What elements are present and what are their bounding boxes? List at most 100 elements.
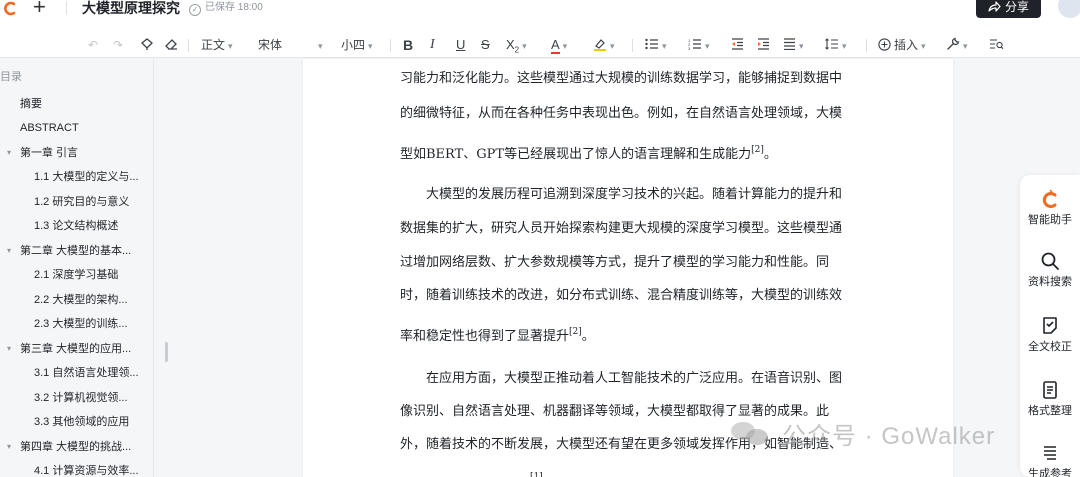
paragraph-line: 型如BERT、GPT等已经展现出了惊人的语言理解和生成能力[2]。 — [400, 141, 777, 164]
paragraph-line-text: 型如BERT、GPT等已经展现出了惊人的语言理解和生成能力 — [400, 147, 752, 162]
chevron-down-icon: ▾ — [921, 41, 926, 51]
highlight-icon[interactable]: ▾ — [593, 35, 615, 55]
toc-header: 目录 — [0, 71, 22, 83]
citation-link[interactable]: [2] — [751, 145, 764, 155]
paragraph-line: 的细微特征，从而在各种任务中表现出色。例如，在自然语言处理领域，大模 — [400, 106, 843, 121]
toc-chapter[interactable]: 第三章 大模型的应用... — [20, 342, 150, 356]
paragraph-line: 时，随着训练技术的改进，如分布式训练、混合精度训练等，大模型的训练效 — [400, 288, 843, 303]
collapse-arrow-icon[interactable]: ▾ — [7, 440, 11, 454]
align-icon[interactable]: ▾ — [783, 35, 804, 55]
assistant-label: 智能助手 — [1028, 214, 1072, 226]
toc-item[interactable]: ABSTRACT — [20, 121, 150, 135]
proofread-icon — [1043, 317, 1057, 334]
chevron-down-icon: ▾ — [318, 41, 323, 51]
toc-item[interactable]: 2.2 大模型的架构... — [34, 293, 144, 307]
citation-link[interactable]: [1] — [530, 468, 543, 477]
numbered-list-icon[interactable]: 1 2 3 ▾ — [688, 35, 710, 55]
toc-item[interactable]: 2.3 大模型的训练... — [34, 317, 144, 331]
font-family-select[interactable]: 宋体 ▾ — [258, 35, 323, 55]
toc-item[interactable]: 3.3 其他领域的应用 — [34, 415, 144, 429]
toc-chapter[interactable]: 第一章 引言 — [20, 146, 150, 160]
chevron-down-icon: ▾ — [662, 41, 667, 51]
sidebar-resize-handle[interactable] — [165, 342, 168, 362]
tools-wrench-icon[interactable]: ▾ — [946, 35, 968, 55]
chevron-down-icon: ▾ — [799, 41, 804, 51]
paragraph-style-select[interactable]: 正文 ▾ — [201, 35, 233, 55]
citation-link[interactable]: [2] — [569, 327, 582, 337]
assistant-format[interactable]: 格式整理 — [1020, 380, 1080, 418]
subscript-icon[interactable]: X2 ▾ — [506, 35, 527, 55]
save-status-text: 已保存 18:00 — [205, 2, 263, 13]
increase-indent-icon[interactable] — [757, 35, 770, 55]
toc-item[interactable]: 2.1 深度学习基础 — [34, 268, 144, 282]
decrease-indent-icon[interactable] — [731, 35, 744, 55]
chevron-down-icon: ▾ — [522, 41, 527, 51]
share-button-label: 分享 — [1004, 0, 1029, 14]
line-spacing-icon[interactable]: ▾ — [825, 35, 847, 55]
format-toolbar: ↶ ↷ 正文 ▾ 宋体 ▾ 小四 ▾ B I U S X2 ▾ A ▾ ▾ ▾ 1 2 3 ▾ … — [0, 32, 1080, 58]
assistant-proofread[interactable]: 全文校正 — [1020, 316, 1080, 354]
paragraph-line: 大模型的发展历程可追溯到深度学习技术的兴起。随着计算能力的提升和 — [426, 187, 843, 202]
find-replace-icon[interactable] — [989, 35, 1004, 55]
chevron-down-icon: ▾ — [610, 41, 615, 51]
toc-item[interactable]: 1.1 大模型的定义与... — [34, 170, 144, 184]
document-title[interactable]: 大模型原理探究 — [82, 0, 180, 16]
paragraph-line: 过增加网络层数、扩大参数规模等方式，提升了模型的学习能力和性能。同 — [400, 255, 830, 270]
assistant-label: 生成参考 — [1028, 468, 1072, 477]
ai-assistant-panel: 智能助手 资料搜索 全文校正 格式整理 生成参考 — [1020, 175, 1080, 477]
format-painter-icon[interactable] — [140, 35, 153, 55]
undo-icon[interactable]: ↶ — [88, 35, 98, 55]
toc-chapter[interactable]: 第二章 大模型的基本... — [20, 244, 150, 258]
new-document-plus-icon[interactable]: + — [33, 0, 46, 18]
avatar[interactable] — [1058, 0, 1080, 18]
check-circle-icon: ✓ — [189, 4, 201, 16]
reference-list-icon — [1044, 446, 1056, 460]
document-page[interactable]: 习能力和泛化能力。这些模型通过大规模的训练数据学习，能够捕捉到数据中 的细微特征… — [303, 59, 953, 477]
italic-icon[interactable]: I — [430, 35, 435, 55]
font-color-icon[interactable]: A ▾ — [551, 35, 567, 55]
divider — [188, 39, 189, 52]
share-button[interactable]: 分享 — [976, 0, 1041, 18]
wechat-icon — [731, 422, 768, 445]
top-bar: + 大模型原理探究 ✓ 已保存 18:00 分享 — [0, 0, 1080, 18]
clear-format-icon[interactable] — [165, 35, 178, 55]
collapse-arrow-icon[interactable]: ▾ — [7, 342, 11, 356]
toc-item[interactable]: 3.2 计算机视觉领... — [34, 391, 144, 405]
collapse-arrow-icon[interactable]: ▾ — [7, 146, 11, 160]
save-status: ✓ 已保存 18:00 — [189, 0, 263, 16]
app-logo-icon — [1042, 189, 1057, 208]
bullet-list-icon[interactable]: ▾ — [645, 35, 667, 55]
assistant-search[interactable]: 资料搜索 — [1020, 251, 1080, 289]
toc-item[interactable]: 3.1 自然语言处理领... — [34, 366, 144, 380]
assistant-references[interactable]: 生成参考 — [1020, 443, 1080, 477]
paragraph-line: 习能力和泛化能力。这些模型通过大规模的训练数据学习，能够捕捉到数据中 — [400, 71, 843, 86]
toc-item[interactable]: 摘要 — [20, 97, 150, 111]
insert-menu-label: 插入 — [894, 38, 919, 52]
insert-menu[interactable]: 插入 ▾ — [878, 35, 926, 55]
divider — [866, 39, 867, 52]
toc-chapter[interactable]: 第四章 大模型的挑战... — [20, 440, 150, 454]
document-format-icon — [1043, 381, 1057, 399]
toc-item[interactable]: 1.3 论文结构概述 — [34, 219, 144, 233]
divider — [390, 39, 391, 52]
app-logo-icon[interactable] — [3, 0, 17, 16]
plus-circle-icon — [878, 38, 891, 51]
paragraph-line: 数据集的扩大，研究人员开始探索构建更大规模的深度学习模型。这些模型通 — [400, 221, 843, 236]
underline-icon[interactable]: U — [456, 35, 465, 55]
paragraph-line-end: 。 — [763, 147, 777, 162]
toc-item[interactable]: 4.1 计算资源与效率... — [34, 464, 144, 477]
assistant-smart-helper[interactable]: 智能助手 — [1020, 189, 1080, 227]
strikethrough-icon[interactable]: S — [481, 35, 490, 55]
paragraph-line-text: 率和稳定性也得到了显著提升 — [400, 329, 570, 344]
bold-icon[interactable]: B — [403, 35, 413, 55]
collapse-arrow-icon[interactable]: ▾ — [7, 244, 11, 258]
redo-icon[interactable]: ↷ — [113, 35, 123, 55]
assistant-label: 全文校正 — [1028, 341, 1072, 353]
toc-item[interactable]: 1.2 研究目的与意义 — [34, 195, 144, 209]
paragraph-line: 像识别、自然语言处理、机器翻译等领域，大模型都取得了显著的成果。此 — [400, 404, 830, 419]
watermark-text: 公众号 · GoWalker — [782, 423, 996, 450]
font-size-select[interactable]: 小四 ▾ — [341, 35, 373, 55]
chevron-down-icon: ▾ — [963, 41, 968, 51]
table-of-contents: 目录 摘要 ABSTRACT ▾ 第一章 引言 1.1 大模型的定义与... 1… — [0, 59, 154, 477]
divider — [632, 39, 633, 52]
